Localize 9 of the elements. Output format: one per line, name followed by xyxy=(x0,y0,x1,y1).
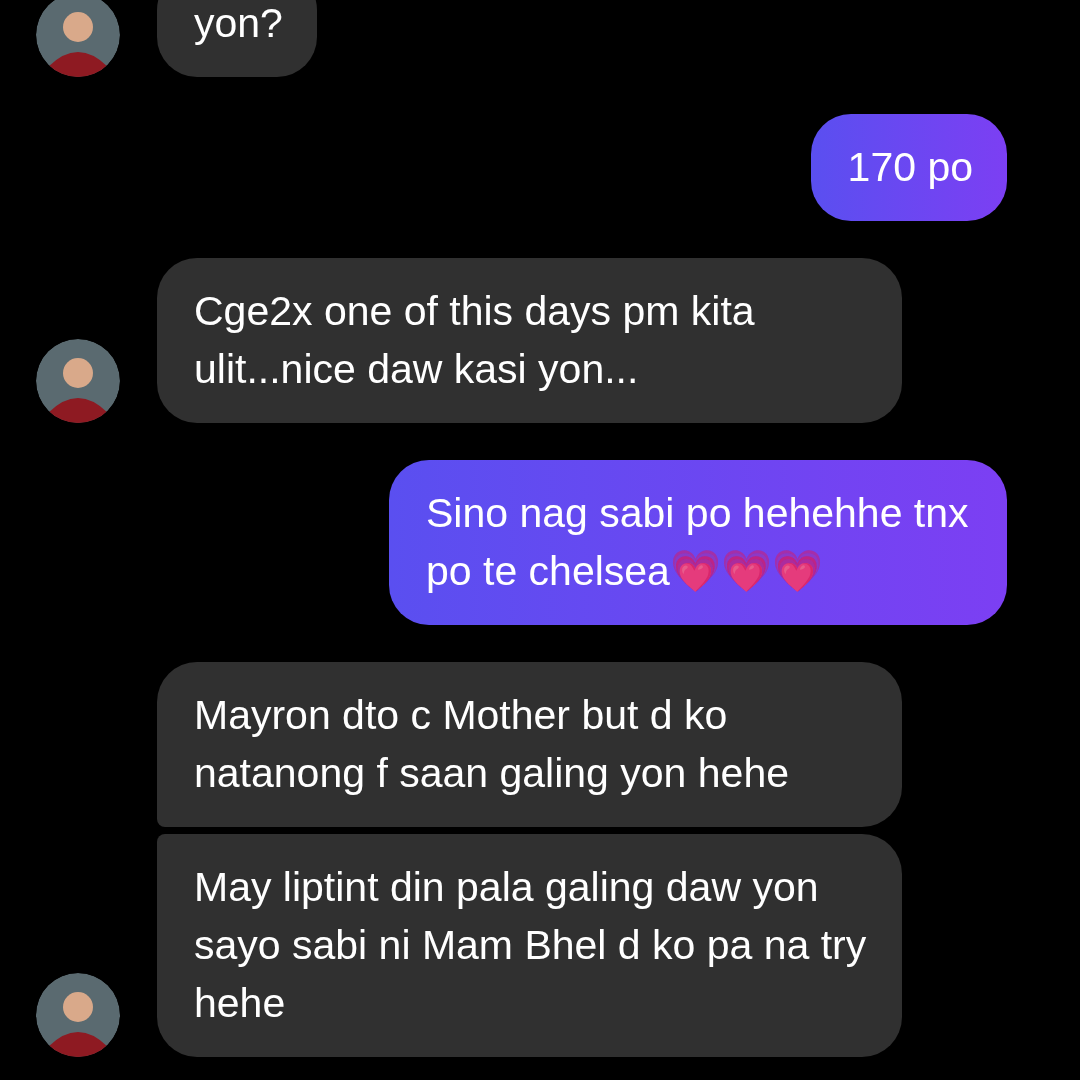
avatar-icon[interactable] xyxy=(36,973,120,1057)
message-bubble: yon? xyxy=(157,0,317,77)
avatar-icon[interactable] xyxy=(36,339,120,423)
message-bubble: 170 po xyxy=(810,114,1007,221)
message-bubble: Cge2x one of this days pm kita ulit...nice daw kasi yon... xyxy=(157,258,902,423)
message-bubble: Mayron dto c Mother but d ko natanong f saan galing yon hehe xyxy=(157,662,902,827)
avatar-icon[interactable] xyxy=(36,0,120,77)
message-bubble: May liptint din pala galing daw yon sayo sabi ni Mam Bhel d ko pa na try hehe xyxy=(157,834,902,1057)
message-bubble: Sino nag sabi po hehehhe tnx po te chelsea💗💗💗 xyxy=(389,460,1007,625)
